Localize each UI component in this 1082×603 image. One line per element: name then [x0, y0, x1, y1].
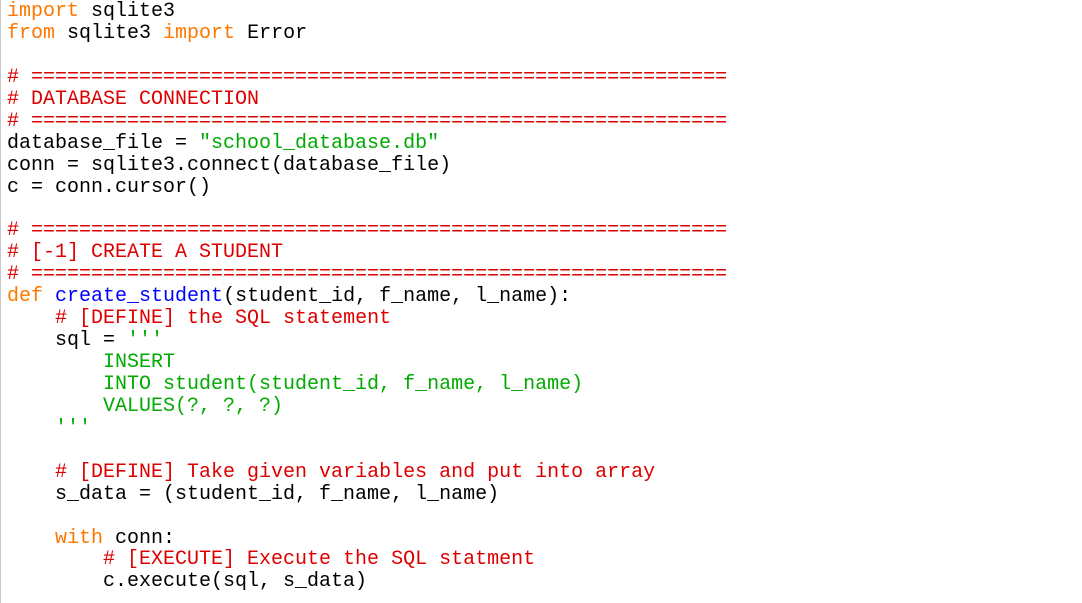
code-line: conn = sqlite3.connect(database_file): [7, 153, 727, 177]
code-editor[interactable]: import sqlite3 from sqlite3 import Error #…: [0, 0, 1082, 603]
function-name-token: create_student: [55, 285, 224, 309]
keyword-token: def: [7, 285, 44, 309]
string-token: VALUES(?, ?, ?): [7, 394, 284, 418]
code-line: # ======================================…: [7, 220, 727, 242]
code-text: s_data = (student_id, f_name, l_name): [7, 482, 500, 506]
string-token: ''': [7, 416, 92, 440]
comment-token: # [EXECUTE] Execute the SQL statment: [103, 548, 536, 572]
comment-token: # [DEFINE] Take given variables and put …: [55, 460, 656, 484]
code-line: s_data = (student_id, f_name, l_name): [7, 482, 727, 506]
string-token: INTO student(student_id, f_name, l_name): [7, 372, 584, 396]
code-line: ''': [7, 416, 727, 440]
code-line: def create_student(student_id, f_name, l…: [7, 286, 727, 308]
code-line: # [EXECUTE] Execute the SQL statment: [7, 549, 727, 571]
code-line: # ======================================…: [7, 65, 728, 89]
code-line: c = conn.cursor(): [7, 175, 727, 199]
comment-token: # ======================================…: [7, 109, 728, 133]
code-text: sqlite3: [55, 21, 164, 45]
code-text: Error: [235, 21, 308, 45]
code-text: conn:: [103, 526, 176, 550]
code-line: with conn:: [7, 526, 727, 550]
code-line: # [-1] CREATE A STUDENT: [7, 242, 727, 264]
code-text: c.execute(sql, s_data): [7, 570, 368, 594]
comment-token: # ======================================…: [7, 219, 728, 243]
code-line: # [DEFINE] the SQL statement: [7, 308, 727, 330]
keyword-token: import: [163, 21, 236, 45]
comment-token: # ======================================…: [7, 263, 728, 287]
string-token: INSERT: [7, 351, 176, 374]
code-line: # DATABASE CONNECTION: [7, 87, 727, 111]
code-text: database_file =: [7, 131, 200, 155]
keyword-token: from: [7, 21, 56, 45]
code-content[interactable]: import sqlite3 from sqlite3 import Error #…: [7, 1, 727, 593]
code-line: import sqlite3: [7, 1, 727, 23]
code-line: database_file = "school_database.db": [7, 131, 727, 155]
code-text: sqlite3: [79, 0, 176, 23]
code-line: # ======================================…: [7, 264, 727, 286]
code-line: sql = ''': [7, 330, 727, 352]
code-line: c.execute(sql, s_data): [7, 571, 727, 593]
code-line: INSERT: [7, 352, 727, 374]
code-line: INTO student(student_id, f_name, l_name): [7, 372, 727, 396]
comment-token: # DATABASE CONNECTION: [7, 87, 260, 111]
code-text: sql =: [7, 329, 128, 353]
code-line: VALUES(?, ?, ?): [7, 394, 727, 418]
code-text: c = conn.cursor(): [7, 175, 212, 199]
keyword-token: import: [7, 0, 80, 23]
comment-token: # ======================================…: [7, 65, 728, 89]
code-line: from sqlite3 import Error: [7, 21, 727, 45]
code-text: (student_id, f_name, l_name):: [223, 285, 572, 309]
comment-token: # [-1] CREATE A STUDENT: [7, 241, 284, 265]
string-token: "school_database.db": [199, 131, 440, 155]
code-line: # [DEFINE] Take given variables and put …: [7, 460, 727, 484]
keyword-token: with: [55, 526, 104, 550]
comment-token: # [DEFINE] the SQL statement: [55, 307, 392, 331]
code-line: # ======================================…: [7, 109, 728, 133]
code-text: conn = sqlite3.connect(database_file): [7, 153, 452, 177]
string-token: ''': [127, 329, 164, 353]
